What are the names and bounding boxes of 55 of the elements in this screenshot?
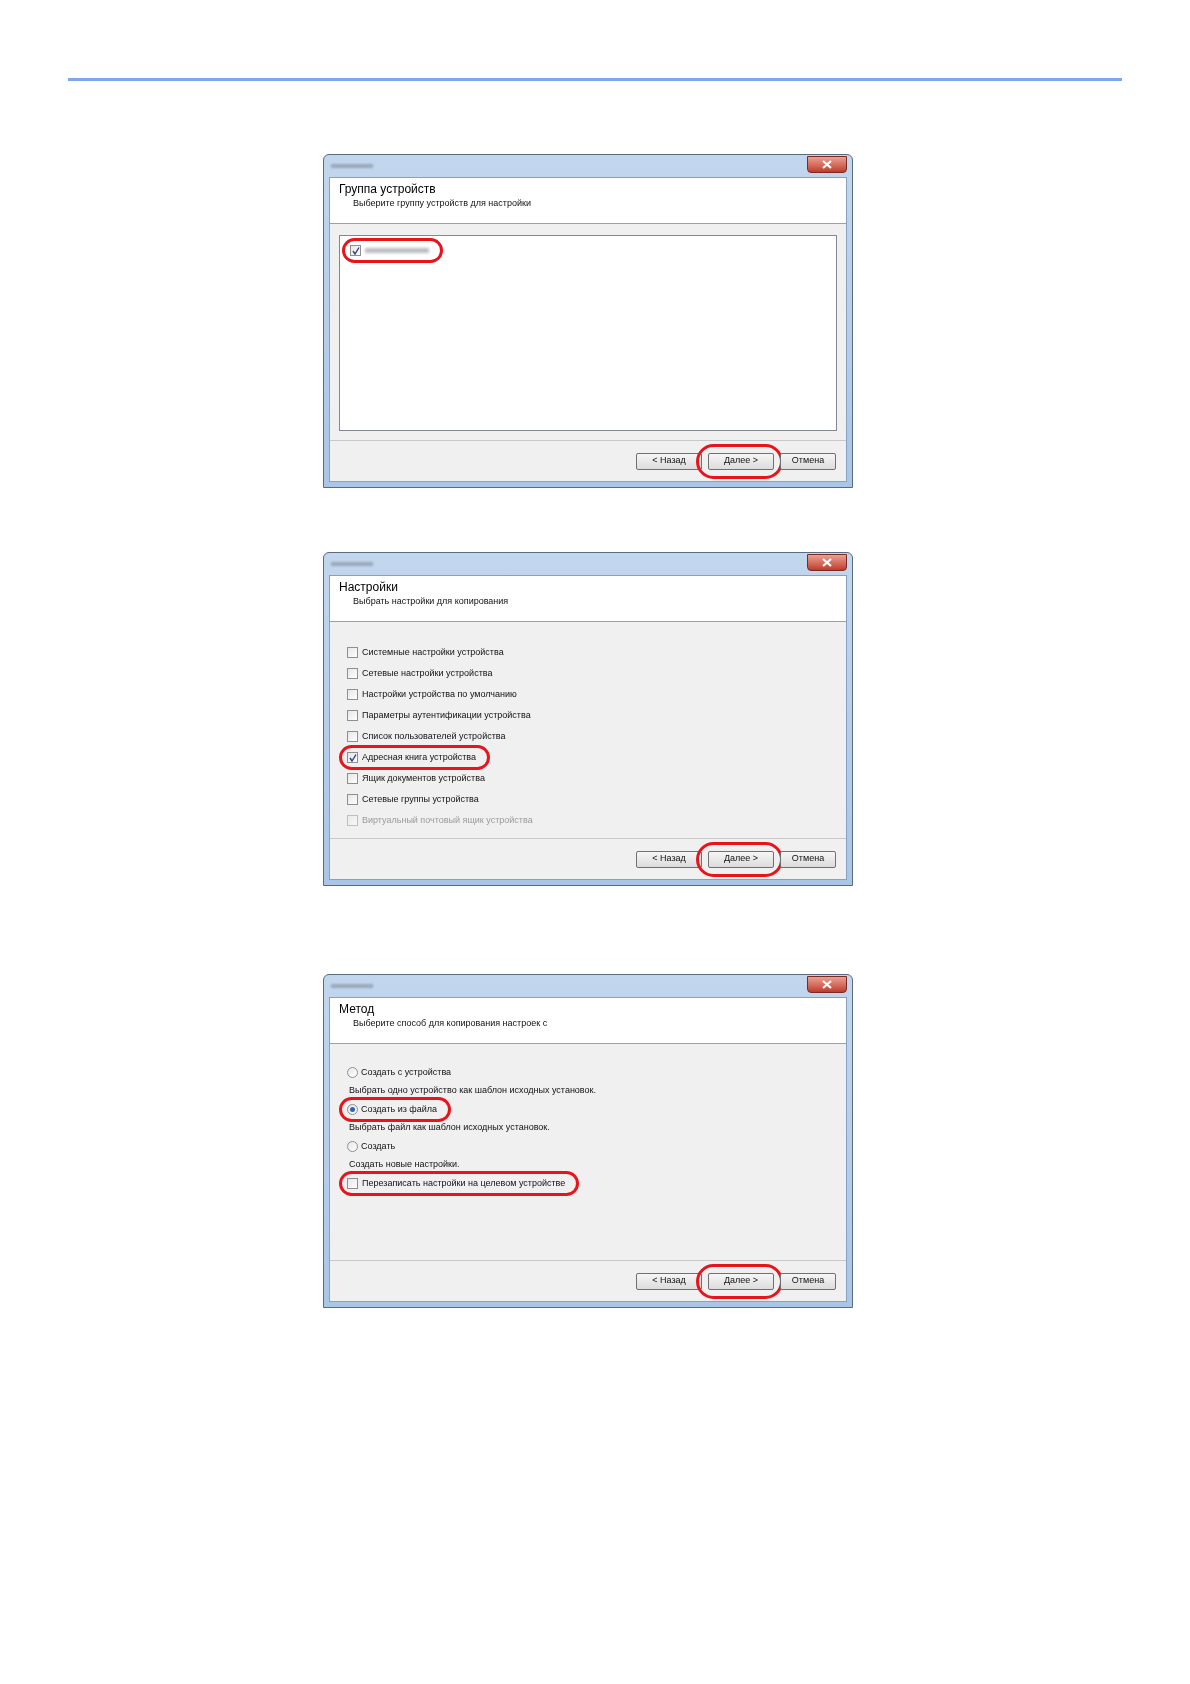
checkbox-label: Параметры аутентификации устройства (362, 708, 531, 722)
dialog-button[interactable]: Отмена (780, 452, 836, 470)
checkbox[interactable] (347, 731, 358, 742)
checkbox[interactable] (350, 245, 361, 256)
dialog-button[interactable]: Отмена (780, 1272, 836, 1290)
checkbox-label: Ящик документов устройства (362, 771, 485, 785)
checkbox-label: Сетевые группы устройства (362, 792, 479, 806)
radio-button[interactable] (347, 1067, 358, 1078)
radio-label: Создать (361, 1139, 396, 1153)
dialog-button[interactable]: Далее > (708, 850, 774, 868)
dialog-button[interactable]: Отмена (780, 850, 836, 868)
checkbox-label: Адресная книга устройства (362, 750, 476, 764)
radio-label: Создать из файла (361, 1102, 438, 1116)
radio-button[interactable] (347, 1104, 358, 1115)
checkbox[interactable] (347, 1178, 358, 1189)
blurred-title (331, 562, 373, 566)
checkbox-label: Виртуальный почтовый ящик устройства (362, 813, 533, 827)
blurred-title (331, 984, 373, 988)
checkbox[interactable] (347, 752, 358, 763)
dialog-heading: Настройки (339, 580, 399, 595)
dialog-button[interactable]: Далее > (708, 452, 774, 470)
checkbox-label: Список пользователей устройства (362, 729, 506, 743)
checkbox-label: Настройки устройства по умолчанию (362, 687, 517, 701)
option-description: Создать новые настройки. (349, 1158, 460, 1172)
checkbox[interactable] (347, 794, 358, 805)
check-icon (348, 753, 357, 762)
radio-button[interactable] (347, 1141, 358, 1152)
option-description: Выбрать файл как шаблон исходных установок. (349, 1121, 550, 1135)
dialog-button[interactable]: < Назад (636, 452, 702, 470)
checkbox[interactable] (347, 689, 358, 700)
dialog-subtitle: Выберите способ для копирования настроек с (353, 1017, 549, 1029)
close-button[interactable] (807, 155, 847, 173)
dialog-subtitle: Выбрать настройки для копирования (353, 595, 510, 607)
radio-label: Создать с устройства (361, 1065, 452, 1079)
checkbox-label: Перезаписать настройки на целевом устройстве (362, 1176, 566, 1190)
close-icon (822, 979, 832, 989)
dialog-heading: Метод (339, 1002, 376, 1017)
checkbox[interactable] (347, 668, 358, 679)
dialog-button[interactable]: < Назад (636, 1272, 702, 1290)
checkbox-label: Сетевые настройки устройства (362, 666, 493, 680)
dialog-heading: Группа устройств (339, 182, 437, 197)
blurred-title (331, 164, 373, 168)
checkbox-label: Системные настройки устройства (362, 645, 504, 659)
dialog-subtitle: Выберите группу устройств для настройки (353, 197, 532, 209)
close-icon (822, 159, 832, 169)
checkbox[interactable] (347, 773, 358, 784)
dialog-button[interactable]: < Назад (636, 850, 702, 868)
checkbox[interactable] (347, 710, 358, 721)
checkbox[interactable] (347, 647, 358, 658)
option-description: Выбрать одно устройство как шаблон исходных установок. (349, 1084, 596, 1098)
check-icon (351, 246, 360, 255)
close-icon (822, 557, 832, 567)
dialog-button[interactable]: Далее > (708, 1272, 774, 1290)
close-button[interactable] (807, 553, 847, 571)
close-button[interactable] (807, 975, 847, 993)
